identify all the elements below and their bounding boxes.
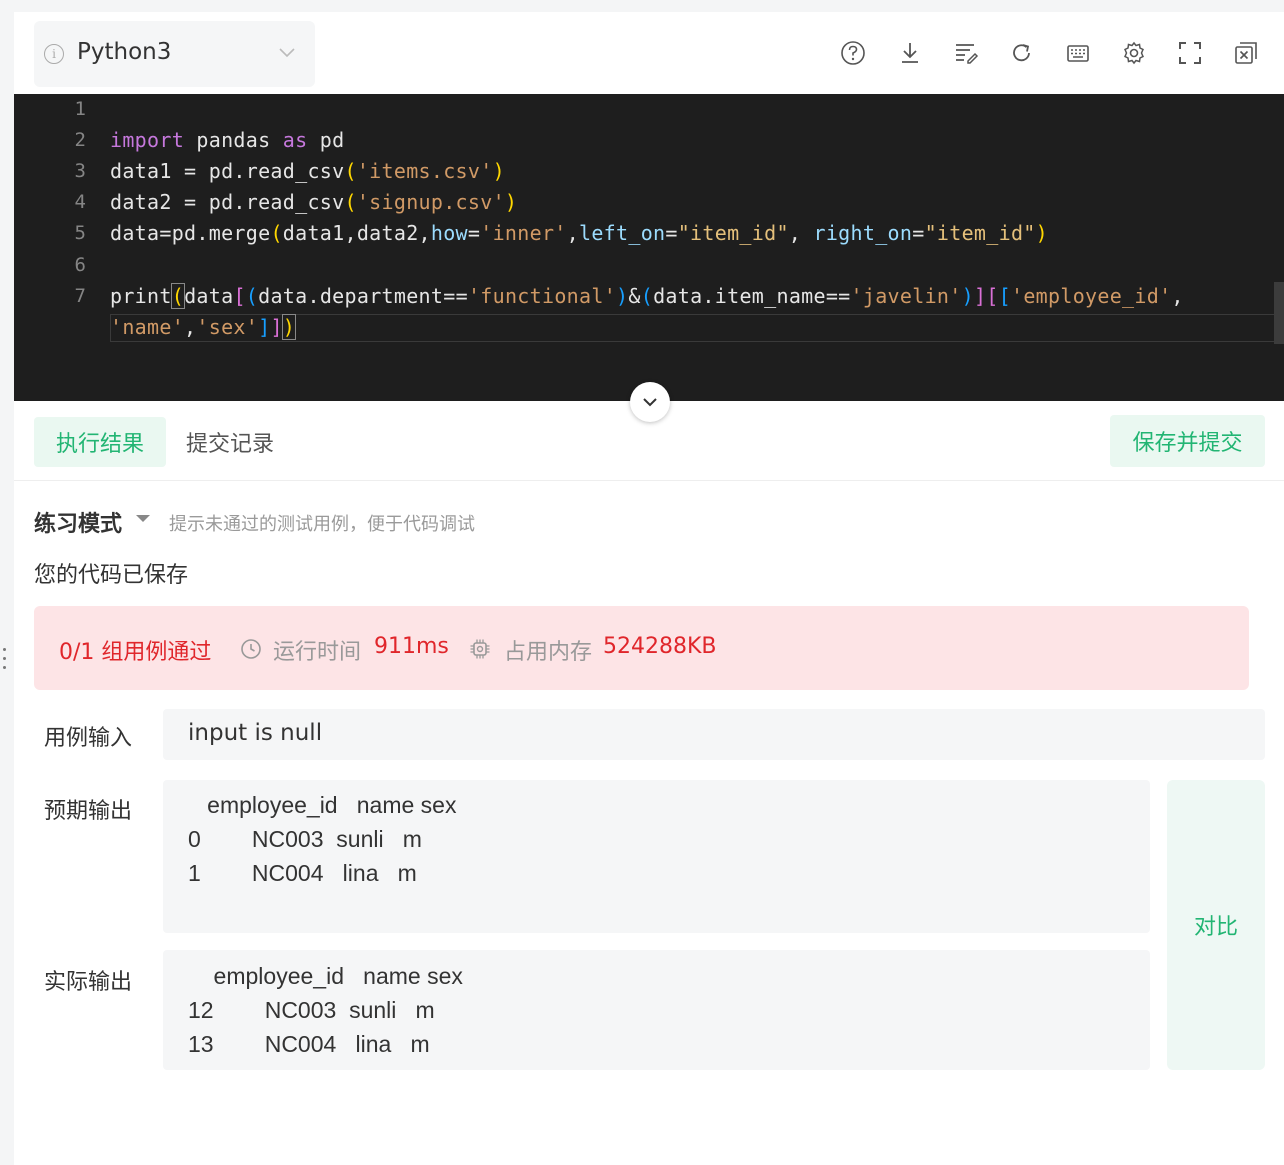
info-icon: i <box>44 44 64 64</box>
clock-icon <box>241 639 261 659</box>
tab-run-result[interactable]: 执行结果 <box>34 417 166 467</box>
pass-count: 0/1 组用例通过 <box>59 640 212 665</box>
output-line: employee_id name sex <box>188 963 463 989</box>
line-number: 1 <box>74 98 86 120</box>
code-editor[interactable]: 1 2 3 4 5 6 7 import pandas as pd data1 … <box>14 94 1284 401</box>
output-line: 0 NC003 sunli m <box>188 826 422 852</box>
saved-message: 您的代码已保存 <box>34 563 189 588</box>
help-icon[interactable] <box>840 40 866 66</box>
code-line: print(data[(data.department=='functional… <box>110 283 1184 309</box>
code-line: data=pd.merge(data1,data2,how='inner',le… <box>110 221 1048 245</box>
case-input-value: input is null <box>188 720 323 746</box>
caret-down-icon[interactable] <box>136 515 150 522</box>
code-line: import pandas as pd <box>110 128 345 152</box>
download-icon[interactable] <box>897 40 923 66</box>
line-number: 5 <box>74 222 86 244</box>
result-tabs: 执行结果 提交记录 保存并提交 <box>14 401 1284 481</box>
line-number: 4 <box>74 191 86 213</box>
run-time-value: 911ms <box>374 634 449 659</box>
line-number: 7 <box>74 285 86 307</box>
code-line: data2 = pd.read_csv('signup.csv') <box>110 190 518 214</box>
language-select[interactable]: i Python3 <box>34 21 315 87</box>
practice-mode-label[interactable]: 练习模式 <box>34 506 122 538</box>
case-input-box: input is null <box>163 709 1265 760</box>
memory-label: 占用内存 <box>504 640 593 665</box>
practice-mode-hint: 提示未通过的测试用例，便于代码调试 <box>169 514 475 535</box>
expected-output-box: employee_id name sex 0 NC003 sunli m 1 N… <box>163 780 1150 933</box>
status-banner: 0/1 组用例通过 运行时间 911ms 占用内存 524288KB <box>34 606 1249 690</box>
chevron-down-icon <box>279 48 295 58</box>
compare-button[interactable]: 对比 <box>1167 780 1265 1070</box>
line-number: 2 <box>74 129 86 151</box>
output-line: 12 NC003 sunli m <box>188 997 435 1023</box>
save-submit-button[interactable]: 保存并提交 <box>1110 415 1265 467</box>
code-line: 'name','sex']]) <box>110 314 297 340</box>
reset-icon[interactable] <box>1009 40 1035 66</box>
tab-submission-history[interactable]: 提交记录 <box>186 417 274 467</box>
keyboard-icon[interactable] <box>1065 40 1091 66</box>
settings-icon[interactable] <box>1121 40 1147 66</box>
case-input-label: 用例输入 <box>44 726 133 751</box>
close-panel-icon[interactable] <box>1233 40 1259 66</box>
editor-scrollbar[interactable] <box>1274 282 1284 344</box>
code-line: data1 = pd.read_csv('items.csv') <box>110 159 505 183</box>
run-time-label: 运行时间 <box>273 640 362 665</box>
actual-output-label: 实际输出 <box>44 970 133 995</box>
line-number: 3 <box>74 160 86 182</box>
format-icon[interactable] <box>953 40 979 66</box>
language-label: Python3 <box>77 39 172 65</box>
memory-value: 524288KB <box>603 634 717 659</box>
expected-output-label: 预期输出 <box>44 799 133 824</box>
actual-output-box: employee_id name sex 12 NC003 sunli m 13… <box>163 950 1150 1070</box>
fullscreen-icon[interactable] <box>1177 40 1203 66</box>
line-number: 6 <box>74 254 86 276</box>
main-panel: i Python3 1 2 3 4 5 6 7 import pandas as… <box>14 12 1284 1165</box>
editor-toolbar: i Python3 <box>14 12 1284 94</box>
memory-chip-icon <box>470 639 490 659</box>
output-line: 1 NC004 lina m <box>188 860 417 886</box>
output-line: 13 NC004 lina m <box>188 1031 430 1057</box>
output-line: employee_id name sex <box>188 792 457 818</box>
resize-handle[interactable] <box>3 648 7 676</box>
